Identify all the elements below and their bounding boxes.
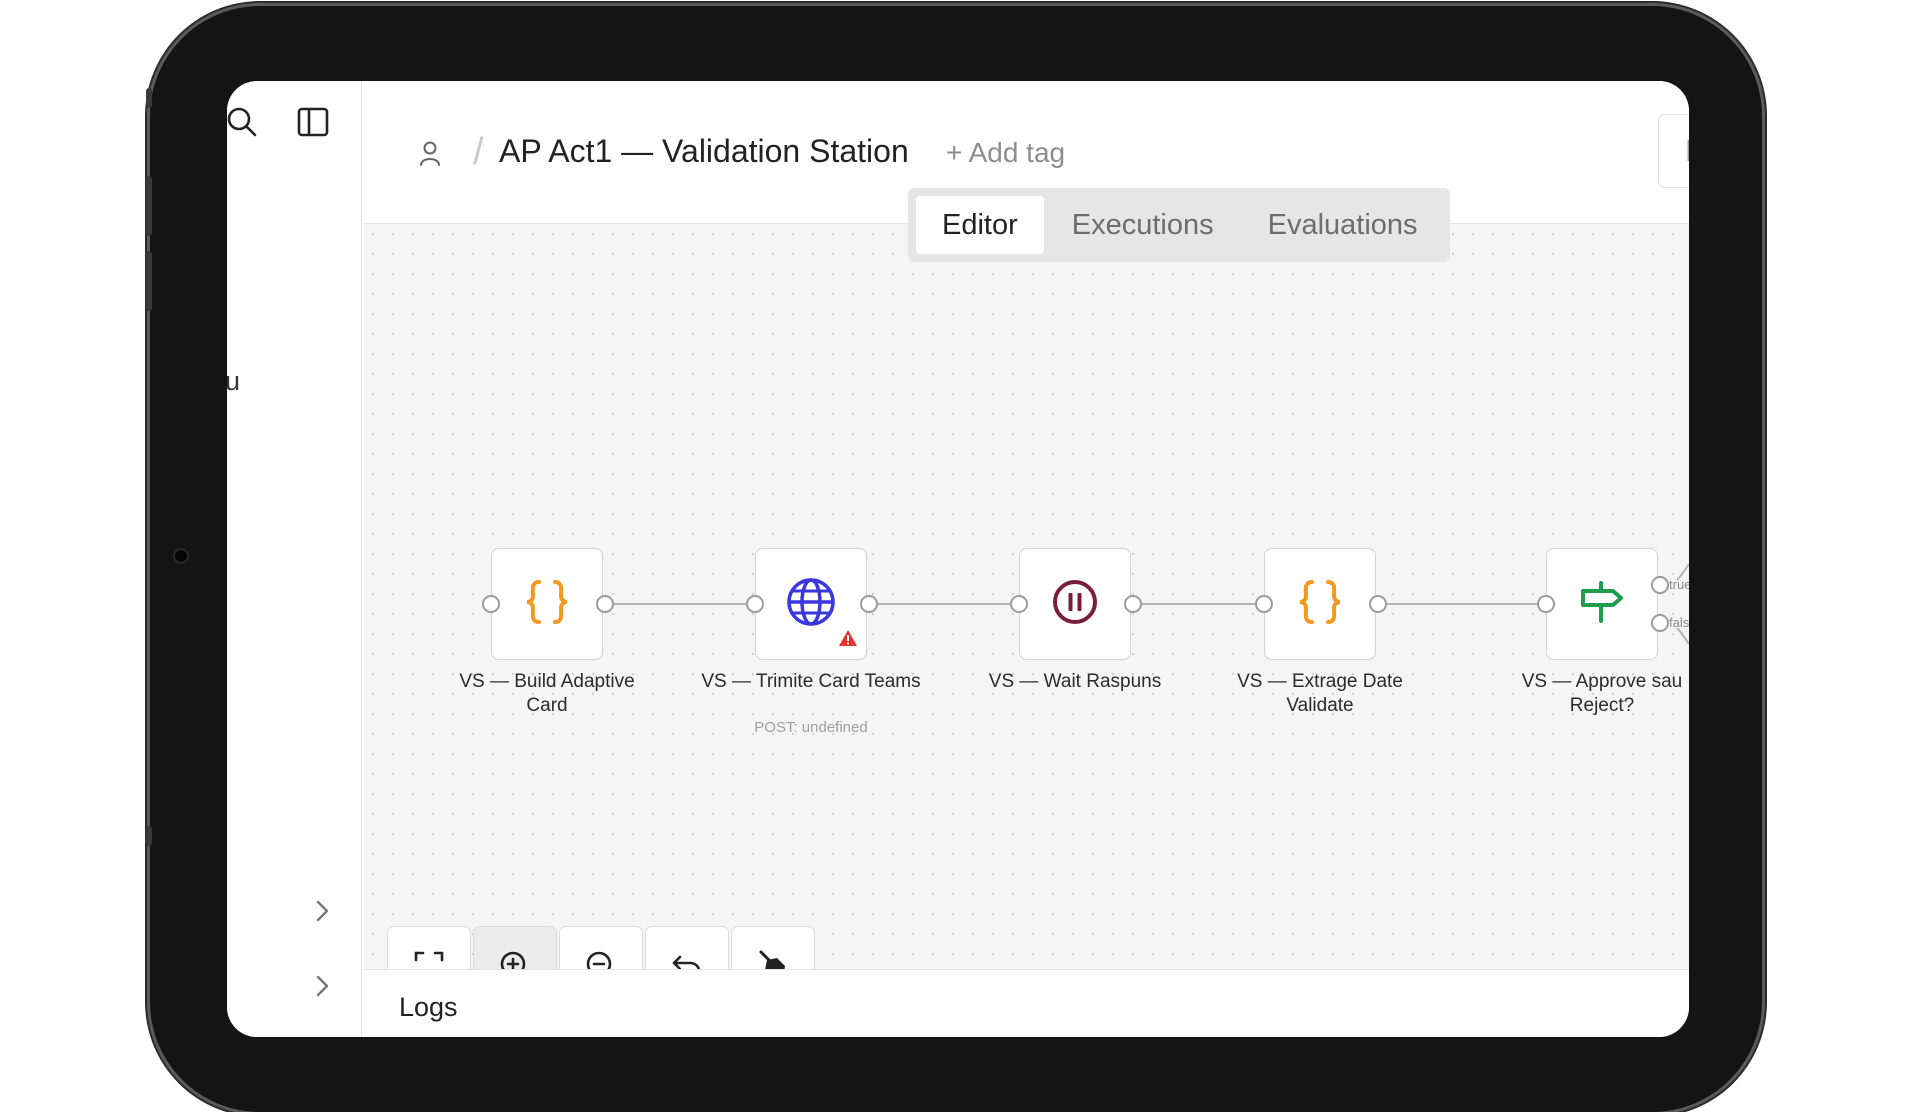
node-build-adaptive-card[interactable] [491, 548, 603, 660]
workflow-title[interactable]: AP Act1 — Validation Station [499, 133, 909, 170]
node-input-port[interactable] [1010, 595, 1028, 613]
branch-label-false: false [1669, 615, 1689, 630]
signpost-icon [1577, 577, 1627, 632]
node-output-port-false[interactable] [1651, 614, 1669, 632]
node-output-port[interactable] [860, 595, 878, 613]
node-output-port[interactable] [1369, 595, 1387, 613]
tab-editor[interactable]: Editor [916, 196, 1044, 254]
node-output-port[interactable] [596, 595, 614, 613]
view-tabs: Editor Executions Evaluations [908, 188, 1450, 262]
logs-panel[interactable]: Logs [363, 969, 1689, 1037]
node-label: VS — Approve sau Reject? [1521, 671, 1683, 716]
user-icon[interactable] [418, 139, 442, 172]
node-wait-raspuns[interactable] [1019, 548, 1131, 660]
node-sublabel: POST: undefined [754, 719, 868, 736]
tablet-volume-up [146, 176, 152, 236]
node-label: VS — Extrage Date Validate [1237, 671, 1403, 716]
node-input-port[interactable] [482, 595, 500, 613]
breadcrumb-separator: / [473, 131, 484, 173]
curly-braces-icon [1294, 576, 1346, 633]
tab-evaluations[interactable]: Evaluations [1242, 196, 1444, 254]
app-screen: u / AP Act1 — Validation Station + Add t… [227, 81, 1689, 1037]
node-label: VS — Build Adaptive Card [459, 671, 635, 716]
node-label: VS — Wait Raspuns [988, 671, 1162, 692]
add-tag-button[interactable]: + Add tag [946, 137, 1065, 169]
tablet-volume-down [146, 251, 152, 311]
node-extrage-date-validate[interactable] [1264, 548, 1376, 660]
workflow-canvas[interactable]: VS — Build Adaptive Card VS — Trimite Ca… [363, 224, 1689, 1010]
node-approve-sau-reject[interactable] [1546, 548, 1658, 660]
pause-icon [1050, 577, 1100, 632]
publish-button[interactable]: Publish [1658, 114, 1689, 188]
node-input-port[interactable] [1537, 595, 1555, 613]
curly-braces-icon [521, 576, 573, 633]
warning-icon[interactable] [838, 629, 858, 652]
sidebar-toggle-icon[interactable] [295, 104, 331, 140]
branch-label-true: true [1669, 577, 1689, 592]
search-icon[interactable] [227, 104, 260, 140]
logs-label: Logs [399, 992, 458, 1022]
tablet-bottom-button [146, 826, 152, 846]
node-label: VS — Trimite Card Teams [701, 671, 921, 692]
node-output-port[interactable] [1124, 595, 1142, 613]
sidebar: u [227, 81, 362, 1037]
chevron-right-icon[interactable] [307, 896, 337, 926]
node-trimite-card-teams[interactable] [755, 548, 867, 660]
tab-executions[interactable]: Executions [1046, 196, 1240, 254]
chevron-right-icon[interactable] [307, 971, 337, 1001]
sidebar-text-fragment: u [227, 366, 241, 396]
tablet-camera [175, 550, 187, 562]
node-output-port-true[interactable] [1651, 576, 1669, 594]
tablet-side-button [146, 88, 152, 108]
node-input-port[interactable] [746, 595, 764, 613]
globe-icon [784, 575, 838, 634]
node-input-port[interactable] [1255, 595, 1273, 613]
